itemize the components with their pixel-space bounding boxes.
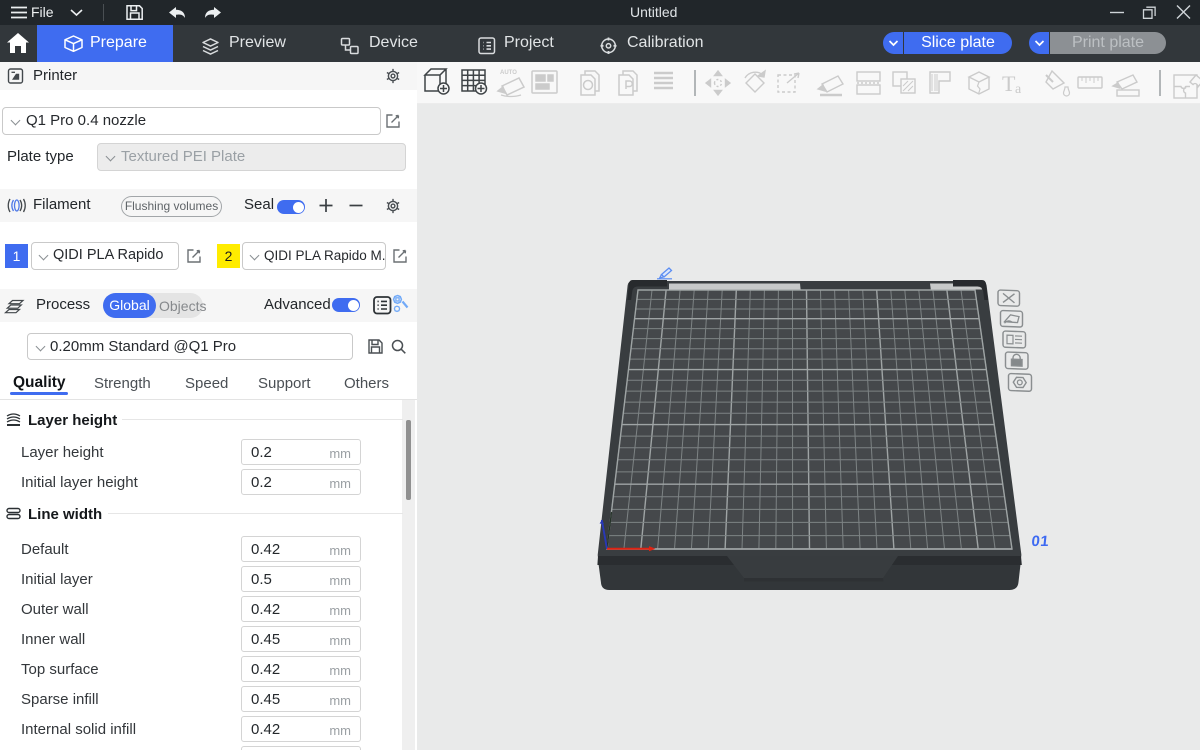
svg-text:AUTO: AUTO: [500, 70, 517, 76]
svg-text:01: 01: [1031, 533, 1050, 550]
svg-text:T: T: [1002, 71, 1016, 96]
svg-text:a: a: [1015, 82, 1022, 97]
